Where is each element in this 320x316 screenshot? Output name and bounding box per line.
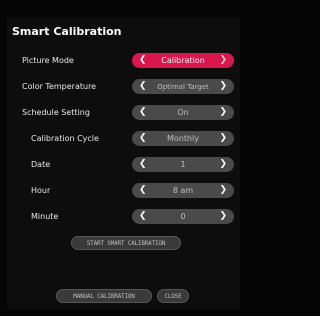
close-button[interactable]: CLOSE — [157, 289, 189, 303]
calibration-cycle-value: Monthly — [166, 134, 200, 143]
chevron-right-icon[interactable]: ❯ — [219, 82, 227, 91]
picture-mode-selector[interactable]: ❮ Calibration ❯ — [132, 53, 234, 68]
minute-selector[interactable]: ❮ 0 ❯ — [132, 209, 234, 224]
manual-calibration-button[interactable]: MANUAL CALIBRATION — [56, 289, 152, 303]
date-selector[interactable]: ❮ 1 ❯ — [132, 157, 234, 172]
chevron-right-icon[interactable]: ❯ — [219, 160, 227, 169]
dialog-title: Smart Calibration — [12, 25, 122, 38]
chevron-right-icon[interactable]: ❯ — [219, 108, 227, 117]
color-temperature-value: Optimal Target — [157, 82, 209, 91]
minute-label: Minute — [31, 212, 59, 221]
chevron-left-icon[interactable]: ❮ — [139, 108, 147, 117]
calibration-cycle-selector[interactable]: ❮ Monthly ❯ — [132, 131, 234, 146]
chevron-right-icon[interactable]: ❯ — [219, 186, 227, 195]
hour-value: 8 am — [172, 186, 194, 195]
chevron-left-icon[interactable]: ❮ — [139, 160, 147, 169]
date-label: Date — [31, 160, 51, 169]
chevron-left-icon[interactable]: ❮ — [139, 56, 147, 65]
minute-value: 0 — [180, 212, 186, 221]
start-smart-calibration-button[interactable]: START SMART CALIBRATION — [71, 236, 181, 250]
picture-mode-label: Picture Mode — [22, 56, 74, 65]
color-temperature-label: Color Temperature — [22, 82, 97, 91]
chevron-left-icon[interactable]: ❮ — [139, 212, 147, 221]
chevron-left-icon[interactable]: ❮ — [139, 134, 147, 143]
calibration-cycle-label: Calibration Cycle — [31, 134, 99, 143]
hour-selector[interactable]: ❮ 8 am ❯ — [132, 183, 234, 198]
color-temperature-selector[interactable]: ❮ Optimal Target ❯ — [132, 79, 234, 94]
schedule-setting-selector[interactable]: ❮ On ❯ — [132, 105, 234, 120]
chevron-right-icon[interactable]: ❯ — [219, 56, 227, 65]
schedule-setting-label: Schedule Setting — [22, 108, 90, 117]
chevron-left-icon[interactable]: ❮ — [139, 186, 147, 195]
date-value: 1 — [180, 160, 186, 169]
chevron-left-icon[interactable]: ❮ — [139, 82, 147, 91]
chevron-right-icon[interactable]: ❯ — [219, 134, 227, 143]
picture-mode-value: Calibration — [161, 56, 205, 65]
schedule-setting-value: On — [177, 108, 189, 117]
hour-label: Hour — [31, 186, 51, 195]
chevron-right-icon[interactable]: ❯ — [219, 212, 227, 221]
